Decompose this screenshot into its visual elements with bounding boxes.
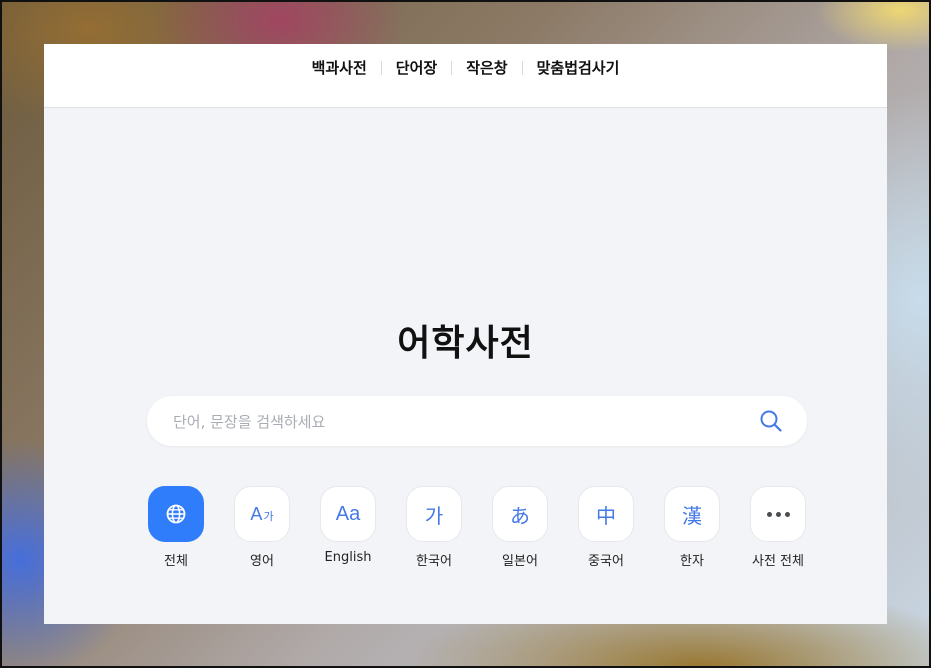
category-english-korean[interactable]: A가 영어 bbox=[222, 486, 302, 569]
category-korean[interactable]: 가 한국어 bbox=[394, 486, 474, 569]
category-label: 전체 bbox=[164, 554, 188, 569]
category-label: 일본어 bbox=[502, 554, 538, 569]
ga-glyph: 가 bbox=[424, 503, 444, 528]
category-label: 사전 전체 bbox=[752, 554, 804, 569]
search-input[interactable] bbox=[171, 396, 745, 448]
ga-icon: 가 bbox=[406, 486, 462, 542]
page-title: 어학사전 bbox=[397, 323, 534, 364]
han-icon: 漢 bbox=[664, 486, 720, 542]
nav-divider bbox=[380, 60, 382, 75]
category-hanja[interactable]: 漢 한자 bbox=[652, 486, 732, 569]
zhong-icon: 中 bbox=[578, 486, 634, 542]
category-chinese[interactable]: 中 중국어 bbox=[566, 486, 646, 569]
globe-icon bbox=[148, 486, 204, 542]
top-nav-links: 백과사전 단어장 작은창 맞춤법검사기 bbox=[304, 57, 628, 78]
category-label: 중국어 bbox=[588, 554, 624, 569]
category-label: English bbox=[324, 550, 372, 565]
hiragana-a-glyph: あ bbox=[510, 503, 530, 528]
category-label: 한국어 bbox=[416, 554, 452, 569]
dictionary-categories: 전체 A가 영어 Aa English 가 한국어 あ 일본어 中 중국어 漢 … bbox=[147, 486, 807, 576]
nav-mini-window-link[interactable]: 작은창 bbox=[458, 57, 515, 78]
nav-encyclopedia-link[interactable]: 백과사전 bbox=[304, 57, 375, 78]
han-glyph: 漢 bbox=[682, 503, 702, 528]
a-ga-icon: A가 bbox=[234, 486, 290, 542]
category-label: 영어 bbox=[250, 554, 274, 569]
aa-glyph: Aa bbox=[335, 502, 361, 525]
nav-wordbook-link[interactable]: 단어장 bbox=[388, 57, 445, 78]
category-all-dictionaries[interactable]: 사전 전체 bbox=[738, 486, 818, 569]
nav-spell-checker-link[interactable]: 맞춤법검사기 bbox=[529, 57, 628, 78]
category-english[interactable]: Aa English bbox=[308, 486, 388, 565]
category-label: 한자 bbox=[680, 554, 704, 569]
zhong-glyph: 中 bbox=[596, 503, 616, 528]
aa-icon: Aa bbox=[320, 486, 376, 542]
hiragana-a-icon: あ bbox=[492, 486, 548, 542]
category-all[interactable]: 전체 bbox=[136, 486, 216, 569]
search-icon[interactable] bbox=[759, 409, 783, 433]
nav-divider bbox=[521, 60, 523, 75]
category-japanese[interactable]: あ 일본어 bbox=[480, 486, 560, 569]
dictionary-panel: 백과사전 단어장 작은창 맞춤법검사기 어학사전 단어, 문장을 검색하세요 전… bbox=[44, 44, 887, 624]
top-nav: 백과사전 단어장 작은창 맞춤법검사기 bbox=[44, 44, 887, 108]
search-bar bbox=[147, 396, 807, 448]
more-icon bbox=[750, 486, 806, 542]
nav-divider bbox=[451, 60, 453, 75]
